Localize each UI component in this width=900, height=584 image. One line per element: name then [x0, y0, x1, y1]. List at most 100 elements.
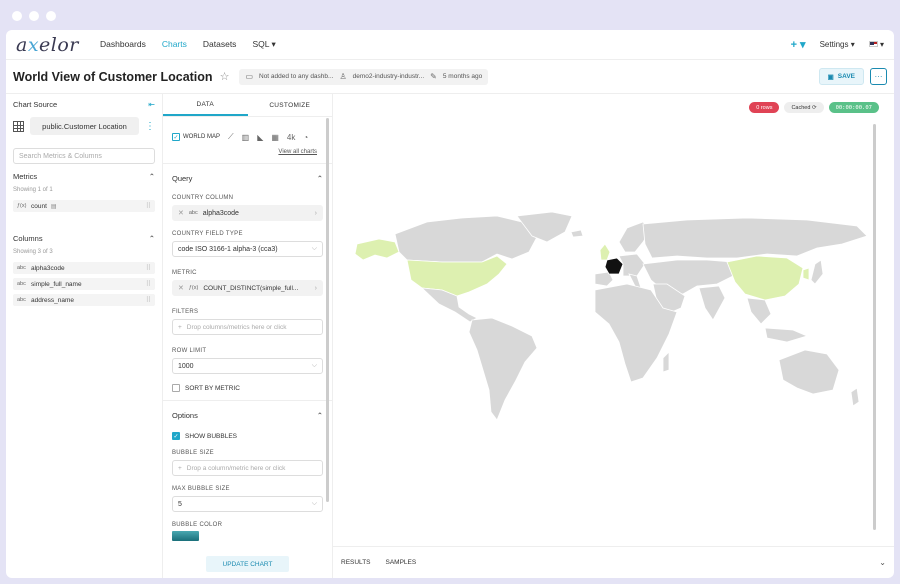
max-bubble-size-select[interactable]: 5 ⌵	[172, 496, 323, 512]
drag-handle-icon[interactable]: ⠿	[146, 280, 151, 288]
row-limit-select[interactable]: 1000 ⌵	[172, 358, 323, 374]
dashboard-icon: ▭	[245, 72, 253, 81]
string-type-icon: abc	[17, 265, 26, 271]
datasource-name[interactable]: public.Customer Location	[30, 117, 139, 135]
chevron-right-icon: ›	[314, 209, 317, 217]
search-metrics-input[interactable]: Search Metrics & Columns	[13, 148, 155, 164]
user-icon: ♙	[339, 72, 347, 81]
info-icon: ▤	[50, 203, 57, 210]
tab-samples[interactable]: SAMPLES	[386, 559, 417, 566]
top-navigation: axelor Dashboards Charts Datasets SQL ▾ …	[6, 30, 894, 60]
control-panel: DATA CUSTOMIZE ✓ WORLD MAP ⟋ ▥ ◣ ▦ 4k ◔ V…	[163, 94, 333, 578]
window-dot-close[interactable]	[12, 11, 22, 21]
column-item[interactable]: abc simple_full_name ⠿	[13, 278, 155, 290]
table-icon	[13, 120, 24, 132]
chevron-down-icon: ⌵	[311, 500, 317, 507]
world-map-check-icon: ✓	[172, 133, 180, 141]
tab-customize[interactable]: CUSTOMIZE	[248, 94, 333, 116]
metric-field[interactable]: ✕ ƒ(x) COUNT_DISTINCT(simple_full... ›	[172, 280, 323, 296]
nav-dashboards[interactable]: Dashboards	[92, 39, 154, 50]
nav-charts[interactable]: Charts	[154, 39, 195, 50]
nav-right: + ▾ Settings ▾ ▾	[791, 38, 884, 51]
drag-handle-icon[interactable]: ⠿	[146, 202, 151, 210]
more-actions-button[interactable]: ···	[870, 68, 887, 85]
string-type-icon: abc	[17, 297, 26, 303]
results-bar: RESULTS SAMPLES ⌄	[333, 546, 894, 578]
update-chart-button[interactable]: UPDATE CHART	[206, 556, 289, 572]
axelor-logo[interactable]: axelor	[16, 34, 92, 56]
show-bubbles-checkbox[interactable]: ✓ SHOW BUBBLES	[163, 432, 332, 440]
drag-handle-icon[interactable]: ⠿	[146, 296, 151, 304]
drag-handle-icon[interactable]: ⠿	[146, 264, 151, 272]
tab-data[interactable]: DATA	[163, 94, 248, 116]
remove-icon[interactable]: ✕	[178, 209, 184, 217]
bubble-color-swatch[interactable]	[172, 531, 199, 541]
window-dot-maximize[interactable]	[46, 11, 56, 21]
world-map[interactable]	[347, 212, 870, 432]
table-chart-icon[interactable]: ▦	[271, 133, 279, 142]
chevron-up-icon[interactable]: ⌃	[317, 411, 323, 420]
pie-chart-icon[interactable]: ◔	[303, 133, 308, 142]
us-flag-icon	[868, 41, 878, 47]
viz-world-map[interactable]: ✓ WORLD MAP	[172, 133, 220, 141]
owner-info[interactable]: demo2-industry-industr...	[353, 73, 425, 80]
language-menu[interactable]: ▾	[868, 40, 884, 49]
new-plus-menu[interactable]: + ▾	[791, 38, 806, 51]
country-column-field[interactable]: ✕ abc alpha3code ›	[172, 205, 323, 221]
timer-badge: 00:00:00.07	[828, 102, 879, 113]
country-field-type-label: COUNTRY FIELD TYPE	[172, 231, 243, 237]
chevron-up-icon[interactable]: ⌃	[317, 174, 323, 183]
chevron-down-icon: ⌵	[311, 362, 317, 369]
save-icon: ▣	[827, 73, 834, 81]
collapse-panel-icon[interactable]: ⇤	[148, 100, 155, 109]
save-button[interactable]: ▣ SAVE	[818, 68, 864, 85]
chart-metadata: ▭ Not added to any dashb... ♙ demo2-indu…	[239, 68, 489, 85]
country-field-type-select[interactable]: code ISO 3166-1 alpha-3 (cca3) ⌵	[172, 241, 323, 257]
app-window: axelor Dashboards Charts Datasets SQL ▾ …	[6, 30, 894, 578]
chevron-up-icon[interactable]: ⌃	[149, 234, 155, 243]
refresh-icon: ⟳	[811, 104, 817, 111]
star-icon[interactable]: ☆	[220, 70, 230, 83]
big-number-icon[interactable]: 4k	[287, 133, 295, 142]
chevron-down-icon[interactable]: ⌄	[879, 558, 886, 567]
metric-item[interactable]: ƒ(x) count ▤ ⠿	[13, 200, 155, 212]
datasource-menu-icon[interactable]: ⋮	[145, 121, 155, 132]
nav-sql[interactable]: SQL ▾	[244, 39, 283, 50]
row-limit-label: ROW LIMIT	[172, 348, 207, 354]
bubble-size-dropzone[interactable]: + Drop a column/metric here or click	[172, 460, 323, 476]
datasource-panel: Chart Source ⇤ public.Customer Location ⋮…	[6, 94, 163, 578]
tab-results[interactable]: RESULTS	[341, 559, 371, 566]
plus-icon: +	[178, 323, 182, 331]
cached-badge[interactable]: Cached ⟳	[784, 102, 824, 113]
nav-datasets[interactable]: Datasets	[195, 39, 245, 50]
nav-links: Dashboards Charts Datasets SQL ▾	[92, 39, 284, 50]
metric-label: METRIC	[172, 270, 197, 276]
remove-icon[interactable]: ✕	[178, 284, 184, 292]
row-count-badge: 0 rows	[749, 102, 780, 113]
pencil-icon: ✎	[430, 72, 437, 81]
filters-dropzone[interactable]: + Drop columns/metrics here or click	[172, 319, 323, 335]
control-scrollbar[interactable]	[326, 118, 329, 502]
chevron-down-icon: ⌵	[311, 245, 317, 252]
column-item[interactable]: abc address_name ⠿	[13, 294, 155, 306]
sort-by-metric-checkbox[interactable]: SORT BY METRIC	[163, 384, 332, 392]
chart-source-heading: Chart Source	[13, 100, 58, 109]
chart-scrollbar[interactable]	[873, 124, 876, 530]
options-heading: Options	[172, 411, 198, 420]
window-dot-minimize[interactable]	[29, 11, 39, 21]
plus-icon: +	[178, 464, 182, 472]
modified-info: 5 months ago	[442, 73, 483, 80]
dashboards-info[interactable]: Not added to any dashb...	[259, 73, 333, 80]
area-chart-icon[interactable]: ◣	[257, 133, 263, 142]
view-all-charts-link[interactable]: View all charts	[163, 149, 332, 155]
metrics-count: Showing 1 of 1	[13, 187, 53, 193]
chevron-up-icon[interactable]: ⌃	[149, 172, 155, 181]
columns-count: Showing 3 of 3	[13, 249, 53, 255]
string-type-icon: abc	[17, 281, 26, 287]
settings-menu[interactable]: Settings ▾	[820, 40, 855, 49]
window-controls	[12, 11, 56, 21]
column-item[interactable]: abc alpha3code ⠿	[13, 262, 155, 274]
line-chart-icon[interactable]: ⟋	[228, 132, 234, 142]
bar-chart-icon[interactable]: ▥	[242, 133, 250, 142]
page-title[interactable]: World View of Customer Location	[13, 70, 213, 84]
